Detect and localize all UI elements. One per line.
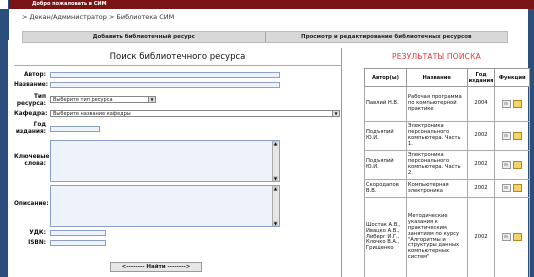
name-input[interactable] — [50, 82, 280, 88]
divider — [14, 65, 341, 66]
department-select-value: Выберите название кафедры — [53, 111, 131, 117]
row-year: 2002 — [466, 121, 496, 151]
row-year: 2004 — [466, 86, 496, 122]
row-author: Павлий Н.В. — [364, 86, 407, 122]
row-year: 2002 — [466, 150, 496, 180]
folder-icon[interactable] — [513, 99, 523, 108]
row-author: Шостак А.В., Ивацко А.В., Либерг И.Г., К… — [364, 197, 407, 277]
type-select[interactable]: Выберите тип ресурса ▼ — [50, 96, 156, 103]
breadcrumb: > Декан/Администратор > Библиотека СИМ — [22, 13, 174, 21]
isbn-input[interactable] — [50, 240, 106, 246]
search-form-title: Поиск библиотечного ресурса — [109, 52, 246, 62]
view-icon[interactable] — [502, 131, 512, 140]
results-table: Автор(ы) Название Год издания Функции Па… — [364, 68, 530, 277]
type-label: Тип ресурса: — [16, 94, 46, 107]
view-icon[interactable] — [502, 184, 512, 193]
row-title: Методические указания к практическим зан… — [405, 197, 468, 277]
isbn-label: ISBN: — [28, 240, 46, 246]
description-textarea[interactable]: ▲ ▼ — [50, 185, 280, 227]
view-edit-resources-link[interactable]: Просмотр и редактирование библиотечных р… — [266, 32, 508, 42]
scroll-up-icon[interactable]: ▲ — [273, 186, 278, 191]
row-title: Компьютерная электроника — [405, 179, 468, 198]
udk-input[interactable] — [50, 230, 106, 236]
row-year: 2002 — [466, 197, 496, 277]
column-header-authors[interactable]: Автор(ы) — [364, 68, 407, 87]
row-author: Подъяпий Ю.И. — [364, 121, 407, 151]
results-title: РЕЗУЛЬТАТЫ ПОИСКА — [392, 52, 481, 61]
add-resource-link[interactable]: Добавить библиотечный ресурс — [23, 32, 266, 42]
results-panel: Автор(ы) Название Год издания Функции Па… — [364, 68, 530, 277]
table-row: Шостак А.В., Ивацко А.В., Либерг И.Г., К… — [364, 197, 530, 277]
year-input[interactable] — [50, 126, 100, 132]
table-row: Подъяпий Ю.И. Электроника персонального … — [364, 150, 530, 180]
scrollbar[interactable]: ▲ ▼ — [272, 141, 279, 181]
folder-icon[interactable] — [513, 233, 523, 242]
view-icon[interactable] — [502, 160, 512, 169]
scroll-down-icon[interactable]: ▼ — [273, 176, 278, 181]
row-author: Скородапов В.В. — [364, 179, 407, 198]
row-functions — [494, 197, 530, 277]
keywords-label: Ключевые слова: — [14, 154, 50, 167]
scroll-up-icon[interactable]: ▲ — [273, 141, 278, 146]
type-select-value: Выберите тип ресурса — [53, 97, 113, 103]
folder-icon[interactable] — [513, 184, 523, 193]
column-header-year[interactable]: Год издания — [466, 68, 496, 87]
department-label: Кафедра: — [14, 111, 48, 117]
view-icon[interactable] — [502, 99, 512, 108]
description-label: Описание: — [14, 201, 49, 207]
author-input[interactable] — [50, 72, 280, 78]
left-frame — [0, 9, 8, 277]
author-label: Автор: — [24, 72, 46, 78]
udk-label: УДК: — [29, 230, 46, 236]
name-label: Название: — [14, 82, 49, 88]
app-window: Добро пожаловать в СИМ > Декан/Администр… — [0, 0, 534, 277]
row-title: Электроника персонального компьютера. Ча… — [405, 121, 468, 151]
row-title: Электроника персонального компьютера. Ча… — [405, 150, 468, 180]
chevron-down-icon: ▼ — [332, 111, 339, 116]
row-title: Рабочая программа по компьютерной практи… — [405, 86, 468, 122]
scrollbar[interactable]: ▲ ▼ — [272, 186, 279, 226]
row-functions — [494, 86, 530, 122]
chevron-down-icon: ▼ — [148, 97, 155, 102]
column-header-title[interactable]: Название — [405, 68, 468, 87]
breadcrumb-text: > Декан/Администратор > Библиотека СИМ — [22, 13, 175, 21]
window-title: Добро пожаловать в СИМ — [0, 0, 534, 9]
folder-icon[interactable] — [513, 160, 523, 169]
row-functions — [494, 179, 530, 198]
department-select[interactable]: Выберите название кафедры ▼ — [50, 110, 340, 117]
folder-icon[interactable] — [513, 131, 523, 140]
scroll-down-icon[interactable]: ▼ — [273, 221, 278, 226]
table-header-row: Автор(ы) Название Год издания Функции — [364, 68, 530, 87]
view-icon[interactable] — [502, 233, 512, 242]
row-functions — [494, 150, 530, 180]
find-button[interactable]: <-------- Найти --------> — [110, 262, 202, 272]
table-row: Павлий Н.В. Рабочая программа по компьют… — [364, 86, 530, 122]
search-form-panel: Поиск библиотечного ресурса Автор: Назва… — [14, 48, 342, 277]
row-year: 2002 — [466, 179, 496, 198]
keywords-textarea[interactable]: ▲ ▼ — [50, 140, 280, 182]
column-header-functions: Функции — [494, 68, 530, 87]
table-row: Скородапов В.В. Компьютерная электроника… — [364, 179, 530, 198]
row-author: Подъяпий Ю.И. — [364, 150, 407, 180]
table-row: Подъяпий Ю.И. Электроника персонального … — [364, 121, 530, 151]
row-functions — [494, 121, 530, 151]
year-label: Год издания: — [15, 122, 46, 135]
nav-bar: Добавить библиотечный ресурс Просмотр и … — [22, 31, 508, 43]
